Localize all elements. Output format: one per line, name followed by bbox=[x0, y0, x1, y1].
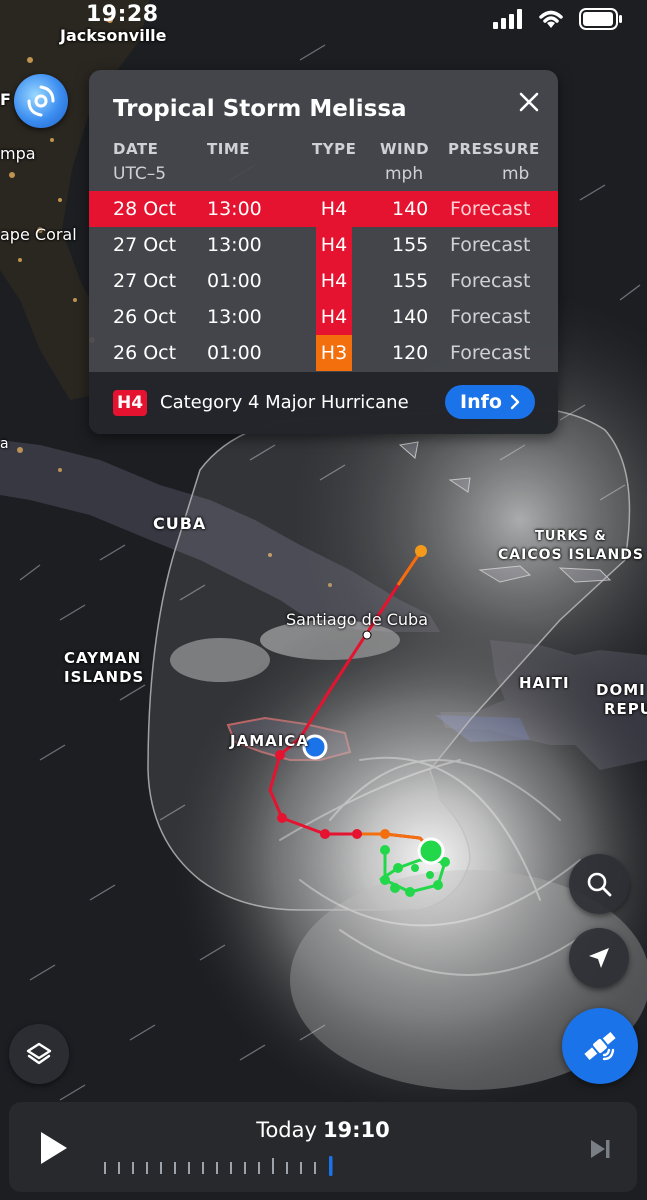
satellite-layer-button[interactable] bbox=[562, 1008, 638, 1084]
row-pressure: Forecast bbox=[450, 270, 531, 292]
row-date: 27 Oct bbox=[113, 234, 177, 256]
map-label-dominican-line2: REPU bbox=[604, 700, 647, 718]
row-wind: 140 bbox=[392, 198, 429, 220]
row-wind: 140 bbox=[392, 306, 429, 328]
table-row[interactable]: 28 Oct 13:00 H4 140 Forecast bbox=[89, 191, 558, 227]
row-pressure: Forecast bbox=[450, 306, 531, 328]
map-label-haiti: HAITI bbox=[519, 674, 570, 692]
cellular-icon bbox=[493, 9, 522, 29]
header-time: TIME bbox=[207, 140, 250, 158]
battery-icon bbox=[579, 8, 622, 30]
storm-type-badge: H4 bbox=[320, 198, 348, 220]
row-wind: 155 bbox=[392, 234, 429, 256]
row-pressure: Forecast bbox=[450, 342, 531, 364]
playback-day: Today bbox=[256, 1118, 317, 1142]
map-label-left-edge-a: a bbox=[0, 436, 9, 452]
info-label: Info bbox=[460, 391, 502, 413]
category-label: Category 4 Major Hurricane bbox=[160, 392, 409, 413]
map-label-cape-coral: ape Coral bbox=[0, 225, 77, 244]
row-pressure: Forecast bbox=[450, 198, 531, 220]
layers-button[interactable] bbox=[9, 1024, 69, 1084]
category-legend: H4 Category 4 Major Hurricane Info bbox=[89, 372, 558, 434]
playback-time: 19:10 bbox=[322, 1118, 390, 1142]
status-time: 19:28 bbox=[86, 2, 159, 27]
status-icons bbox=[493, 8, 623, 30]
map-label-dominican-line1: DOMI bbox=[596, 681, 646, 699]
table-row[interactable]: 26 Oct 13:00 H4 140 Forecast bbox=[89, 299, 558, 335]
chevron-right-icon bbox=[510, 394, 520, 410]
header-pressure: PRESSURE bbox=[448, 140, 540, 158]
map-label-jamaica: JAMAICA bbox=[230, 732, 309, 750]
table-row[interactable]: 27 Oct 13:00 H4 155 Forecast bbox=[89, 227, 558, 263]
row-time: 01:00 bbox=[207, 342, 262, 364]
locate-button[interactable] bbox=[569, 928, 629, 988]
row-date: 26 Oct bbox=[113, 342, 177, 364]
row-pressure: Forecast bbox=[450, 234, 531, 256]
skip-forward-button[interactable] bbox=[587, 1136, 613, 1162]
layers-icon bbox=[26, 1042, 52, 1065]
row-date: 27 Oct bbox=[113, 270, 177, 292]
hurricane-icon bbox=[27, 85, 55, 117]
subheader-wind-unit: mph bbox=[385, 164, 424, 184]
location-arrow-icon bbox=[589, 948, 609, 968]
subheader-pressure-unit: mb bbox=[502, 164, 530, 184]
search-button[interactable] bbox=[569, 854, 629, 914]
table-row[interactable]: 26 Oct 01:00 H3 120 Forecast bbox=[89, 335, 558, 371]
row-date: 26 Oct bbox=[113, 306, 177, 328]
info-button[interactable]: Info bbox=[445, 385, 535, 419]
map-label-cayman-line2: ISLANDS bbox=[64, 668, 145, 686]
row-date: 28 Oct bbox=[113, 198, 177, 220]
satellite-icon bbox=[584, 1032, 616, 1061]
close-icon bbox=[519, 92, 539, 112]
row-time: 13:00 bbox=[207, 234, 262, 256]
playback-bar: Today 19:10 bbox=[9, 1102, 637, 1192]
table-row[interactable]: 27 Oct 01:00 H4 155 Forecast bbox=[89, 263, 558, 299]
map-label-cayman-line1: CAYMAN bbox=[64, 649, 142, 667]
map-label-cuba: CUBA bbox=[153, 514, 207, 533]
row-wind: 155 bbox=[392, 270, 429, 292]
skip-forward-icon bbox=[591, 1140, 610, 1158]
map-label-tampa: mpa bbox=[0, 144, 36, 163]
storm-type-badge: H4 bbox=[316, 227, 352, 263]
map-label-left-edge: F bbox=[0, 90, 11, 109]
category-badge: H4 bbox=[113, 390, 147, 416]
playback-time-label: Today 19:10 bbox=[9, 1118, 637, 1142]
header-type: TYPE bbox=[312, 140, 357, 158]
storm-title: Tropical Storm Melissa bbox=[113, 96, 407, 122]
storm-type-badge: H4 bbox=[316, 299, 352, 335]
close-button[interactable] bbox=[515, 88, 543, 116]
row-time: 01:00 bbox=[207, 270, 262, 292]
wifi-icon bbox=[539, 10, 563, 28]
storm-type-badge: H4 bbox=[316, 263, 352, 299]
timeline-scrubber[interactable] bbox=[103, 1152, 333, 1178]
subheader-timezone: UTC–5 bbox=[113, 164, 167, 184]
row-time: 13:00 bbox=[207, 198, 262, 220]
search-icon bbox=[587, 872, 612, 897]
header-wind: WIND bbox=[380, 140, 430, 158]
row-time: 13:00 bbox=[207, 306, 262, 328]
storm-type-badge: H3 bbox=[316, 335, 352, 371]
map-label-turks-line2: CAICOS ISLANDS bbox=[498, 547, 644, 563]
app-logo[interactable] bbox=[14, 74, 68, 128]
storm-info-panel: Tropical Storm Melissa DATE TIME TYPE WI… bbox=[89, 70, 558, 434]
map-label-santiago: Santiago de Cuba bbox=[286, 610, 429, 629]
row-wind: 120 bbox=[392, 342, 429, 364]
map-label-turks-line1: TURKS & bbox=[535, 529, 607, 544]
map-label-jacksonville: Jacksonville bbox=[60, 26, 167, 45]
header-date: DATE bbox=[113, 140, 159, 158]
